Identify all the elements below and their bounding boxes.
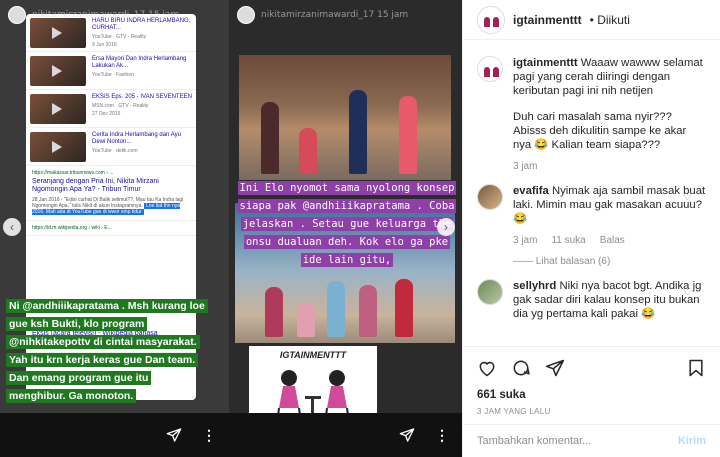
story-frame-2[interactable]: nikitamirzanimawardi_17 15 jam Ini Elo n… bbox=[229, 0, 462, 457]
comment-item: sellyhrd Niki nya bacot bgt. Andika jg g… bbox=[477, 279, 706, 321]
video-result: Ersa Mayori Dan Indra Herlambang Lakukan… bbox=[26, 52, 196, 90]
story-username: nikitamirzanimawardi_17 15 jam bbox=[32, 10, 180, 20]
bookmark-icon[interactable] bbox=[686, 358, 706, 378]
heart-icon[interactable] bbox=[477, 358, 497, 378]
caption-text: Ni @andhiiikapratama . Msh kurang loe gu… bbox=[6, 299, 208, 403]
video-meta: YouTube · detik.com bbox=[92, 148, 138, 155]
story-caption: Ini Elo nyomot sama nyolong konsep siapa… bbox=[237, 178, 457, 268]
avatar[interactable] bbox=[477, 184, 503, 210]
comment-like-icon[interactable]: ♡ bbox=[683, 287, 692, 298]
comment-time[interactable]: 3 jam bbox=[513, 234, 537, 248]
result-url: https://id.m.wikipedia.org › wiki › E... bbox=[32, 224, 112, 231]
like-count[interactable]: 661 suka bbox=[477, 389, 706, 401]
video-thumbnail bbox=[30, 56, 86, 86]
person-figure bbox=[261, 102, 279, 174]
follow-status[interactable]: • Diikuti bbox=[590, 13, 630, 27]
story-username: nikitamirzanimawardi_17 15 jam bbox=[261, 10, 409, 20]
person-figure bbox=[327, 281, 345, 337]
comment-like-icon[interactable]: ♡ bbox=[683, 192, 692, 203]
comment-input[interactable] bbox=[477, 435, 667, 447]
comment-username[interactable]: evafifa bbox=[513, 185, 549, 197]
video-result: EKSIS Eps. 205 - IVAN SEVENTEEN MSN.com ·… bbox=[26, 90, 196, 128]
comment-icon[interactable] bbox=[511, 358, 531, 378]
view-replies-button[interactable]: —— Lihat balasan (6) bbox=[513, 256, 706, 267]
result-title: Seranjang dengan Pria Ini, Nikita Mirzan… bbox=[32, 178, 159, 194]
person-figure bbox=[265, 287, 283, 337]
result-snippet: 28 Jan 2016 - "Edisi curhat Di Balik sel… bbox=[32, 197, 190, 216]
post-username[interactable]: igtainmenttt bbox=[513, 13, 582, 27]
avatar[interactable] bbox=[477, 56, 503, 82]
person-figure bbox=[399, 96, 417, 174]
post-header: igtainmenttt • Diikuti bbox=[463, 0, 720, 40]
post-timestamp[interactable]: 3 JAM YANG LALU bbox=[477, 407, 706, 416]
video-date: 9 Jun 2016 bbox=[92, 42, 117, 49]
person-figure bbox=[395, 279, 413, 337]
avatar[interactable] bbox=[477, 5, 505, 34]
comment-likes[interactable]: 11 suka bbox=[551, 234, 585, 248]
story-header: nikitamirzanimawardi_17 15 jam bbox=[8, 6, 179, 24]
share-icon[interactable] bbox=[545, 358, 565, 378]
add-comment-bar: Kirim bbox=[463, 424, 720, 457]
send-icon[interactable] bbox=[399, 427, 415, 443]
video-meta: MSN.com · GTV - Reality bbox=[92, 103, 149, 110]
logo-text: IGTAINMENTTT bbox=[279, 350, 347, 360]
comment-username[interactable]: sellyhrd bbox=[513, 280, 556, 292]
post-comment-button[interactable]: Kirim bbox=[678, 435, 706, 447]
comments-list[interactable]: igtainmenttt Waaaw wawww selamat pagi ya… bbox=[463, 56, 720, 346]
person-figure bbox=[359, 285, 377, 337]
replies-label: Lihat balasan (6) bbox=[535, 256, 611, 267]
carousel-next-button[interactable]: › bbox=[437, 218, 455, 236]
video-title: Ersa Mayori Dan Indra Herlambang Lakukan… bbox=[92, 56, 187, 70]
search-result: https://makassar.tribunnews.com › ... Se… bbox=[26, 166, 196, 221]
post-caption: igtainmenttt Waaaw wawww selamat pagi ya… bbox=[477, 56, 706, 174]
video-meta: YouTube · Fashion bbox=[92, 72, 134, 79]
video-date: 27 Dec 2016 bbox=[92, 111, 121, 118]
video-title: EKSIS Eps. 205 - IVAN SEVENTEEN bbox=[92, 94, 192, 100]
comment-username[interactable]: igtainmenttt bbox=[513, 57, 578, 69]
person-figure bbox=[349, 90, 367, 174]
video-result: Cerita Indra Herlambang dan Ayu Dewi Non… bbox=[26, 128, 196, 166]
caption-text: Ini Elo nyomot sama nyolong konsep siapa… bbox=[237, 181, 457, 267]
more-options-icon[interactable]: ⋮ bbox=[435, 427, 450, 444]
video-meta: YouTube · GTV - Reality bbox=[92, 34, 147, 41]
post-actions: 661 suka 3 JAM YANG LALU bbox=[463, 346, 720, 416]
avatar bbox=[8, 6, 26, 24]
video-thumbnail bbox=[30, 94, 86, 124]
post-sidebar: igtainmenttt • Diikuti igtainmenttt Waaa… bbox=[462, 0, 720, 457]
avatar[interactable] bbox=[477, 279, 503, 305]
story-toolbar: ⋮ bbox=[0, 413, 229, 457]
story-toolbar: ⋮ bbox=[229, 413, 462, 457]
avatar bbox=[237, 6, 255, 24]
video-thumbnail bbox=[30, 132, 86, 162]
search-result: https://id.m.wikipedia.org › wiki › E... bbox=[26, 221, 196, 236]
send-icon[interactable] bbox=[166, 427, 182, 443]
comment-text: Duh cari masalah sama nyir??? Abisss deh… bbox=[513, 111, 687, 151]
carousel-prev-button[interactable]: ‹ bbox=[3, 218, 21, 236]
story-header: nikitamirzanimawardi_17 15 jam bbox=[237, 6, 408, 24]
person-figure bbox=[299, 128, 317, 174]
result-url: https://makassar.tribunnews.com › ... bbox=[32, 170, 114, 176]
family-photo-1 bbox=[239, 55, 451, 180]
story-caption: Ni @andhiiikapratama . Msh kurang loe gu… bbox=[6, 296, 208, 404]
person-figure bbox=[297, 303, 315, 337]
story-media-area: nikitamirzanimawardi_17 15 jam HARU BIRU… bbox=[0, 0, 462, 457]
story-frame-1[interactable]: nikitamirzanimawardi_17 15 jam HARU BIRU… bbox=[0, 0, 229, 457]
reply-button[interactable]: Balas bbox=[600, 234, 625, 248]
video-title: Cerita Indra Herlambang dan Ayu Dewi Non… bbox=[92, 132, 181, 146]
comment-item: evafifa Nyimak aja sambil masak buat lak… bbox=[477, 184, 706, 248]
more-options-icon[interactable]: ⋮ bbox=[202, 427, 217, 444]
comment-time[interactable]: 3 jam bbox=[513, 160, 537, 174]
